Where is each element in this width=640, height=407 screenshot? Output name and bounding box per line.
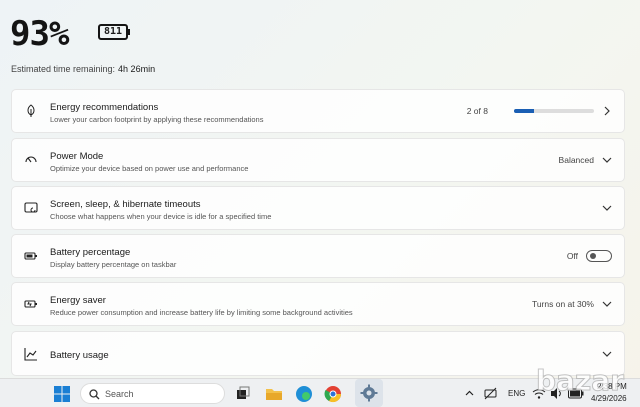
volume-icon[interactable] — [550, 387, 564, 400]
energy-saver-threshold: Turns on at 30% — [531, 299, 594, 309]
energy-saver-title: Energy saver — [50, 295, 106, 306]
estimated-time-value: 4h 26min — [118, 64, 156, 74]
screen-sleep-title: Screen, sleep, & hibernate timeouts — [50, 199, 201, 210]
toggle-state-label: Off — [566, 251, 578, 261]
settings-app-active[interactable] — [355, 379, 383, 407]
battery-level-display: 93% — [10, 14, 69, 54]
estimated-time-label: Estimated time remaining: — [11, 64, 116, 74]
power-mode-card[interactable]: Power Mode Optimize your device based on… — [11, 138, 625, 182]
search-placeholder: Search — [105, 389, 134, 399]
estimated-time: Estimated time remaining: 4h 26min — [11, 64, 155, 74]
edge-browser-icon[interactable] — [294, 384, 314, 404]
leaf-icon — [27, 104, 35, 117]
chevron-right-icon — [604, 106, 610, 116]
energy-recommendations-card[interactable]: Energy recommendations Lower your carbon… — [11, 89, 625, 133]
battery-usage-title: Battery usage — [50, 350, 109, 361]
chevron-down-icon[interactable] — [602, 203, 612, 213]
energy-saver-card[interactable]: Energy saver Reduce power consumption an… — [11, 282, 625, 326]
file-explorer-icon[interactable] — [264, 384, 284, 404]
battery-percentage-desc: Display battery percentage on taskbar — [50, 260, 177, 269]
screen-sleep-card[interactable]: Screen, sleep, & hibernate timeouts Choo… — [11, 186, 625, 230]
battery-percentage-card: Battery percentage Display battery perce… — [11, 234, 625, 278]
gauge-icon — [25, 156, 37, 163]
battery-icon — [24, 252, 37, 260]
task-view-icon[interactable] — [233, 384, 253, 404]
battery-usage-card[interactable]: Battery usage — [11, 331, 625, 376]
no-network-icon[interactable] — [484, 387, 497, 400]
battery-percentage-title: Battery percentage — [50, 247, 131, 258]
chevron-down-icon[interactable] — [602, 349, 612, 359]
recommendations-progress-fill — [514, 109, 534, 113]
taskbar: Search ENG 2:38 PM 4/29/2026 — [0, 378, 640, 407]
energy-recommendations-desc: Lower your carbon footprint by applying … — [50, 115, 264, 124]
energy-recommendations-title: Energy recommendations — [50, 102, 159, 113]
power-mode-desc: Optimize your device based on power use … — [50, 164, 249, 173]
toggle-knob — [590, 253, 596, 259]
gear-icon — [360, 384, 378, 402]
clock-date: 4/29/2026 — [591, 394, 627, 403]
windows-start-icon[interactable] — [52, 384, 72, 404]
chevron-down-icon[interactable] — [602, 299, 612, 309]
chevron-down-icon[interactable] — [602, 155, 612, 165]
clock-time: 2:38 PM — [597, 382, 627, 391]
search-icon — [89, 389, 100, 400]
power-mode-dropdown[interactable]: Balanced — [559, 155, 594, 165]
recommendations-count: 2 of 8 — [466, 106, 488, 116]
chrome-browser-icon[interactable] — [323, 384, 343, 404]
battery-percentage-toggle[interactable] — [586, 250, 612, 262]
power-mode-title: Power Mode — [50, 151, 104, 162]
battery-saver-icon — [24, 300, 37, 308]
chart-icon — [24, 347, 37, 361]
wifi-icon[interactable] — [532, 387, 546, 400]
battery-tray-icon[interactable] — [568, 388, 584, 399]
screen-sleep-icon — [24, 202, 38, 213]
screen-sleep-desc: Choose what happens when your device is … — [50, 212, 272, 221]
battery-badge: 811 — [98, 24, 130, 40]
language-indicator[interactable]: ENG — [508, 389, 525, 398]
chevron-up-icon[interactable] — [465, 389, 474, 398]
taskbar-search[interactable]: Search — [80, 383, 225, 404]
energy-saver-desc: Reduce power consumption and increase ba… — [50, 308, 353, 317]
recommendations-progress-bar — [514, 109, 594, 113]
